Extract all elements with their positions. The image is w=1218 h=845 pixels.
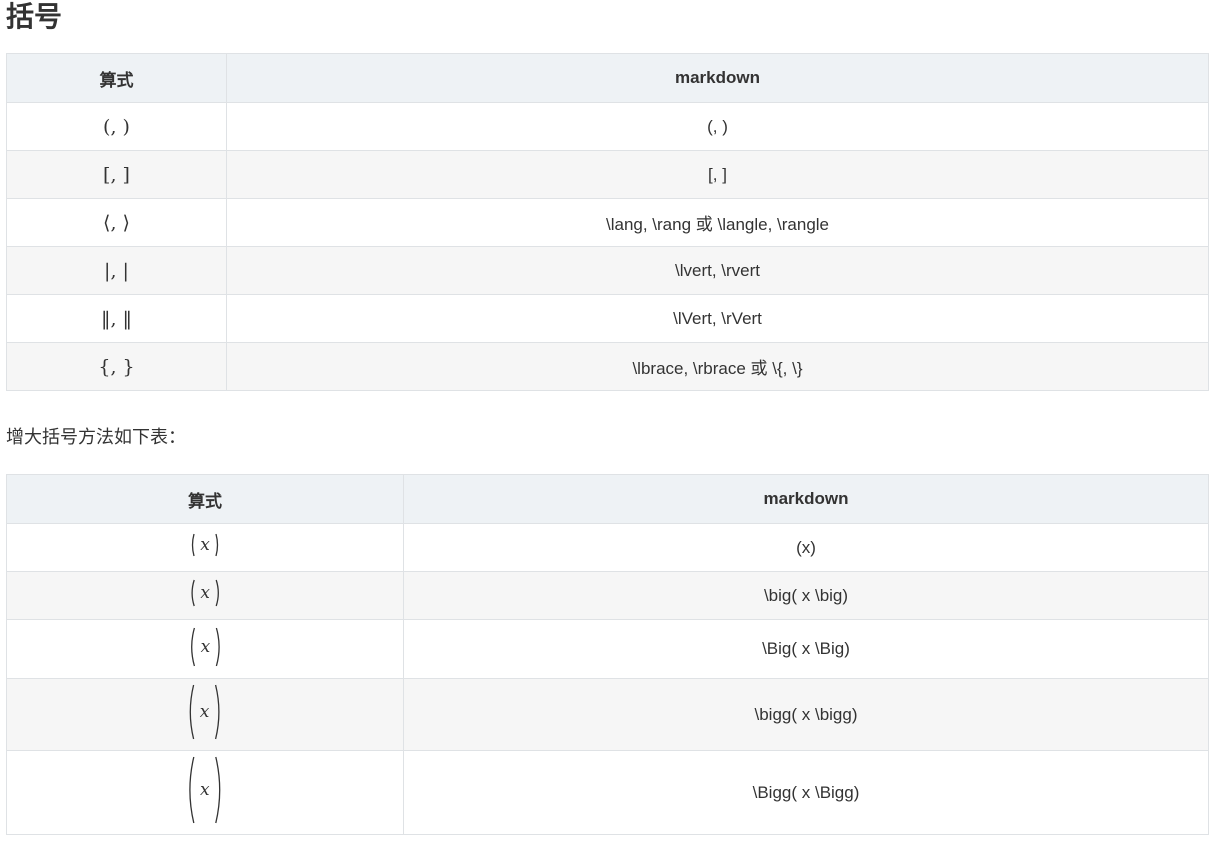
left-paren — [191, 533, 195, 557]
markdown-cell: \Bigg( x \Bigg) — [403, 750, 1209, 835]
formula-svg: x — [190, 627, 220, 666]
table-row: x \bigg( x \bigg) — [6, 678, 1209, 751]
brackets-table: 算式 markdown (, ) (, ) [, ] [, ] ⟨, ⟩ \la… — [6, 53, 1209, 391]
table-row: [, ] [, ] — [6, 150, 1209, 199]
formula-cell: [, ] — [6, 150, 227, 199]
sized-paren-formula: x — [184, 756, 226, 824]
table-header-row: 算式 markdown — [6, 474, 1209, 524]
left-paren — [189, 756, 195, 824]
formula-cell: ⟨, ⟩ — [6, 198, 227, 247]
formula-cell: (, ) — [6, 102, 227, 151]
formula-cell: x — [6, 750, 404, 835]
markdown-cell: (x) — [403, 523, 1209, 572]
formula-svg: x — [191, 579, 219, 607]
markdown-cell: \lbrace, \rbrace 或 \{, \} — [226, 342, 1209, 391]
sized-brackets-table: 算式 markdown x (x) x \big( x \big) x \Big… — [6, 474, 1209, 835]
left-paren — [190, 684, 195, 740]
column-header-markdown: markdown — [226, 53, 1209, 103]
formula-svg: x — [191, 533, 219, 557]
table-row: (, ) (, ) — [6, 102, 1209, 151]
markdown-cell: \lang, \rang 或 \langle, \rangle — [226, 198, 1209, 247]
variable-x: x — [200, 780, 210, 800]
sized-paren-formula: x — [189, 533, 221, 557]
formula-cell: ‖, ‖ — [6, 294, 227, 343]
right-paren — [215, 756, 221, 824]
column-header-formula: 算式 — [6, 474, 404, 524]
table-row: {, } \lbrace, \rbrace 或 \{, \} — [6, 342, 1209, 391]
left-paren — [191, 579, 195, 607]
column-header-formula: 算式 — [6, 53, 227, 103]
right-paren — [215, 533, 219, 557]
table-row: |, | \lvert, \rvert — [6, 246, 1209, 295]
variable-x: x — [200, 535, 210, 555]
variable-x: x — [200, 637, 210, 657]
markdown-cell: (, ) — [226, 102, 1209, 151]
intro-text: 增大括号方法如下表： — [6, 427, 186, 448]
table-row: ‖, ‖ \lVert, \rVert — [6, 294, 1209, 343]
sized-paren-formula: x — [188, 579, 222, 607]
table-row: x \Bigg( x \Bigg) — [6, 750, 1209, 835]
markdown-cell: \bigg( x \bigg) — [403, 678, 1209, 751]
table-row: x \big( x \big) — [6, 571, 1209, 620]
markdown-cell: \big( x \big) — [403, 571, 1209, 620]
markdown-cell: \lvert, \rvert — [226, 246, 1209, 295]
page-title: 括号 — [6, 0, 63, 33]
left-paren — [190, 627, 195, 666]
formula-svg: x — [190, 684, 220, 740]
column-header-markdown: markdown — [403, 474, 1209, 524]
table-row: x (x) — [6, 523, 1209, 572]
formula-cell: x — [6, 523, 404, 572]
right-paren — [215, 684, 220, 740]
table-row: x \Big( x \Big) — [6, 619, 1209, 679]
formula-cell: {, } — [6, 342, 227, 391]
sized-paren-formula: x — [185, 684, 224, 740]
variable-x: x — [200, 583, 210, 603]
markdown-cell: \lVert, \rVert — [226, 294, 1209, 343]
formula-cell: x — [6, 678, 404, 751]
table-row: ⟨, ⟩ \lang, \rang 或 \langle, \rangle — [6, 198, 1209, 247]
markdown-cell: \Big( x \Big) — [403, 619, 1209, 679]
right-paren — [215, 627, 220, 666]
variable-x: x — [200, 702, 210, 722]
markdown-cell: [, ] — [226, 150, 1209, 199]
sized-paren-formula: x — [187, 627, 224, 667]
table-header-row: 算式 markdown — [6, 53, 1209, 103]
formula-cell: |, | — [6, 246, 227, 295]
formula-svg: x — [189, 756, 221, 824]
right-paren — [215, 579, 219, 607]
formula-cell: x — [6, 619, 404, 679]
formula-cell: x — [6, 571, 404, 620]
